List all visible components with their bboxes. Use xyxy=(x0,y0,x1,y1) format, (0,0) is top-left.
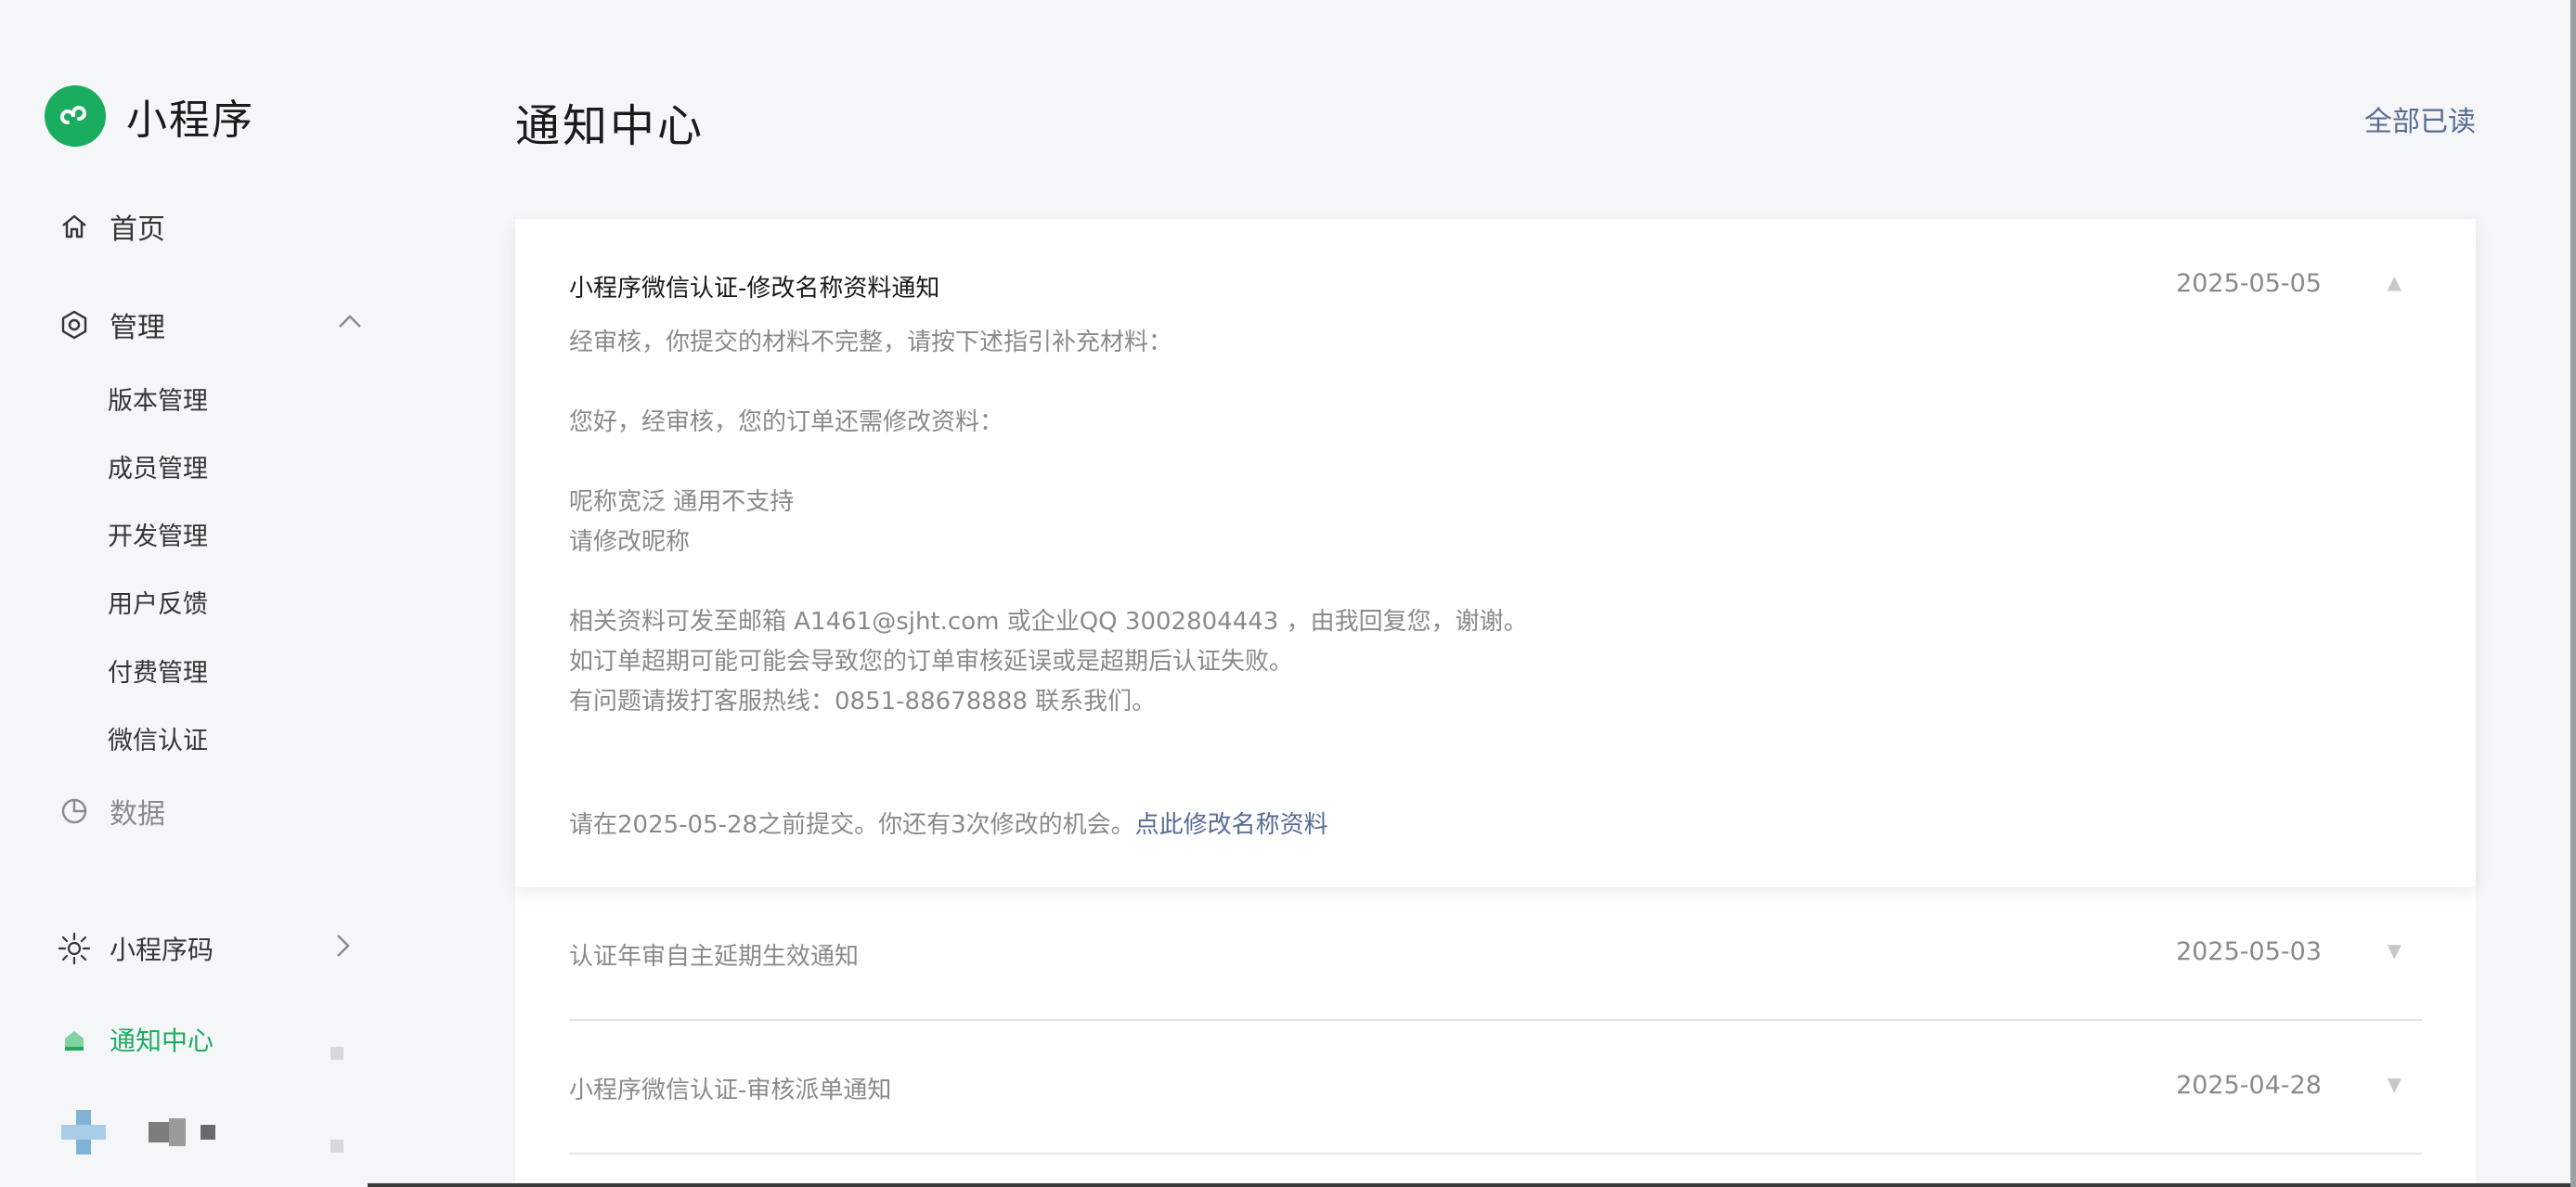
notice-deadline-text: 请在2025-05-28之前提交。你还有3次修改的机会。 xyxy=(569,811,1135,839)
notice-body-line xyxy=(569,363,2333,403)
mark-all-read-button[interactable]: 全部已读 xyxy=(2364,98,2476,139)
sidebar-item-home[interactable]: 首页 xyxy=(58,206,165,247)
sidebar-subitem-feedback[interactable]: 用户反馈 xyxy=(108,584,208,620)
notice-title: 认证年审自主延期生效通知 xyxy=(569,943,860,971)
screen-edge xyxy=(368,1183,2576,1187)
account-info[interactable] xyxy=(61,1110,215,1155)
sidebar-item-label: 首页 xyxy=(110,213,165,246)
notice-body-line xyxy=(569,562,2333,602)
indicator-dot xyxy=(330,1140,343,1153)
caret-down-icon[interactable]: ▼ xyxy=(2388,939,2401,961)
miniprogram-logo-icon xyxy=(45,85,106,147)
account-name-block xyxy=(149,1122,169,1142)
brand[interactable]: 小程序 xyxy=(45,85,254,147)
notice-body-line: 呢称宽泛 通用不支持 xyxy=(569,488,795,516)
bell-icon xyxy=(58,1023,91,1056)
notice-title: 小程序微信认证-修改名称资料通知 xyxy=(569,275,940,303)
notice-date: 2025-05-05 xyxy=(2176,269,2322,298)
notice-row[interactable]: 小程序微信认证-审核派单通知 2025-04-28 ▼ xyxy=(569,1021,2422,1155)
sidebar-item-label: 数据 xyxy=(110,798,165,831)
sidebar-item-label: 管理 xyxy=(110,312,165,344)
chevron-right-icon xyxy=(330,932,353,966)
page-title: 通知中心 xyxy=(515,100,705,152)
pie-chart-icon xyxy=(58,794,91,828)
notice-title: 小程序微信认证-审核派单通知 xyxy=(569,1077,892,1104)
notice-card-expanded[interactable]: 小程序微信认证-修改名称资料通知 2025-05-05 ▲ 经审核，你提交的材料… xyxy=(515,219,2476,887)
sidebar-item-qrcode[interactable]: 小程序码 xyxy=(58,930,353,967)
account-name-block xyxy=(201,1125,215,1140)
sidebar-subitem-members[interactable]: 成员管理 xyxy=(108,448,208,484)
sidebar-subitem-dev[interactable]: 开发管理 xyxy=(108,516,208,552)
notice-body-line: 相关资料可发至邮箱 A1461@sjht.com 或企业QQ 300280444… xyxy=(569,608,1528,636)
sidebar-item-manage[interactable]: 管理 xyxy=(58,304,364,345)
sidebar-item-label: 小程序码 xyxy=(110,935,214,965)
notice-body-line xyxy=(569,443,2333,483)
sidebar-item-notice[interactable]: 通知中心 xyxy=(58,1021,214,1058)
sidebar-item-label: 通知中心 xyxy=(110,1026,214,1056)
account-name-block xyxy=(169,1118,186,1146)
qrcode-sun-icon xyxy=(58,932,91,965)
notice-body: 经审核，你提交的材料不完整，请按下述指引补充材料： 您好，经审核，您的订单还需修… xyxy=(569,323,2333,722)
manage-icon xyxy=(58,308,91,342)
notice-body-line: 经审核，你提交的材料不完整，请按下述指引补充材料： xyxy=(569,329,1173,356)
sidebar-item-data[interactable]: 数据 xyxy=(58,791,165,832)
caret-down-icon[interactable]: ▼ xyxy=(2388,1073,2401,1095)
notice-date: 2025-05-03 xyxy=(2176,937,2322,966)
sidebar-subitem-payment[interactable]: 付费管理 xyxy=(108,652,208,689)
notice-body-line: 您好，经审核，您的订单还需修改资料： xyxy=(569,408,1004,436)
notice-body-line: 有问题请拨打客服热线：0851-88678888 联系我们。 xyxy=(569,688,1157,716)
avatar-part xyxy=(61,1125,106,1140)
indicator-dot xyxy=(330,1047,343,1060)
notice-body-line: 如订单超期可能可能会导致您的订单审核延误或是超期后认证失败。 xyxy=(569,648,1294,676)
chevron-up-icon xyxy=(336,308,364,341)
notice-date: 2025-04-28 xyxy=(2176,1071,2322,1100)
sidebar-subitem-version[interactable]: 版本管理 xyxy=(108,381,208,417)
notice-footer: 请在2025-05-28之前提交。你还有3次修改的机会。点此修改名称资料 xyxy=(569,806,1328,840)
sidebar-subitem-wechat-auth[interactable]: 微信认证 xyxy=(108,720,208,756)
home-icon xyxy=(58,210,91,243)
notice-row[interactable]: 认证年审自主延期生效通知 2025-05-03 ▼ xyxy=(569,887,2422,1021)
brand-title: 小程序 xyxy=(126,97,254,144)
window-edge xyxy=(2570,0,2576,1187)
edit-name-link[interactable]: 点此修改名称资料 xyxy=(1135,811,1328,839)
caret-up-icon[interactable]: ▲ xyxy=(2388,271,2401,293)
notice-body-line: 请修改昵称 xyxy=(569,528,691,556)
sidebar: 小程序 首页 管理 版本管理 成员管理 开发管理 用户反馈 付费管理 微信认证 … xyxy=(0,0,483,1187)
